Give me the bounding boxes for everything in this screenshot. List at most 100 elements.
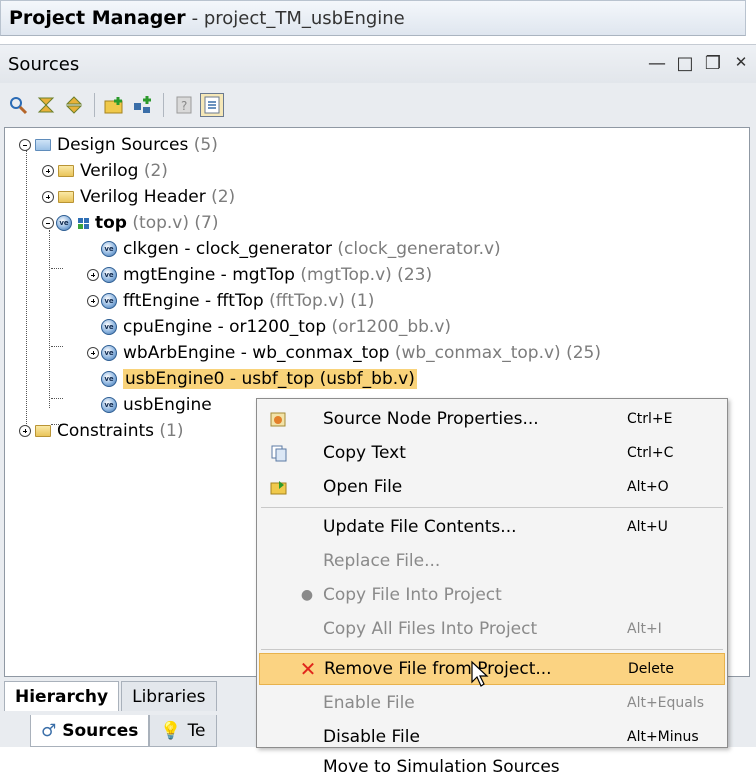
- collapse-icon[interactable]: [42, 217, 54, 229]
- add-sources-icon[interactable]: [103, 93, 127, 117]
- properties-icon: [269, 409, 289, 429]
- window-title: Project Manager: [9, 7, 186, 29]
- verilog-module-icon: ve: [101, 319, 117, 335]
- bullet-icon: ●: [300, 587, 314, 603]
- sources-panel-header: Sources — □ ❐ ✕: [0, 45, 756, 83]
- menu-item-move-to-simulation-sources[interactable]: Move to Simulation Sources: [259, 751, 725, 783]
- node-file: (clock_generator.v): [337, 239, 501, 259]
- node-count: (2): [211, 187, 236, 207]
- expand-all-icon[interactable]: [62, 93, 86, 117]
- node-label: Constraints: [57, 421, 154, 441]
- menu-item-open-file[interactable]: Open File Alt+O: [259, 471, 725, 503]
- node-label: cpuEngine - or1200_top: [123, 317, 327, 337]
- lightbulb-icon: 💡: [160, 720, 182, 741]
- add-hierarchy-icon[interactable]: [131, 93, 155, 117]
- verilog-module-icon: ve: [101, 267, 117, 283]
- project-name: - project_TM_usbEngine: [191, 7, 405, 29]
- node-label: usbEngine: [123, 395, 212, 415]
- menu-item-source-node-properties[interactable]: Source Node Properties... Ctrl+E: [259, 403, 725, 435]
- menu-item-update-file-contents[interactable]: Update File Contents... Alt+U: [259, 511, 725, 543]
- minimize-icon[interactable]: —: [648, 53, 666, 74]
- menu-separator: [261, 649, 723, 650]
- expand-icon[interactable]: [19, 425, 31, 437]
- project-manager-titlebar: Project Manager - project_TM_usbEngine: [0, 0, 746, 36]
- maximize-icon[interactable]: □: [676, 53, 694, 74]
- sources-toolbar: ?: [0, 83, 756, 127]
- node-file: (fftTop.v) (1): [269, 291, 375, 311]
- close-icon[interactable]: ✕: [732, 53, 750, 74]
- expand-icon[interactable]: [42, 191, 54, 203]
- copy-icon: [269, 443, 289, 463]
- tab-libraries[interactable]: Libraries: [121, 681, 217, 711]
- expand-icon[interactable]: [87, 347, 99, 359]
- tree-node-verilog-header[interactable]: Verilog Header (2): [42, 184, 235, 210]
- menu-item-remove-file-from-project[interactable]: ✕ Remove File from Project... Delete: [259, 653, 725, 685]
- node-label: Design Sources: [57, 135, 189, 155]
- menu-separator: [261, 507, 723, 508]
- tree-node-design-sources[interactable]: Design Sources (5): [19, 132, 218, 158]
- tab-templates[interactable]: 💡 Te: [149, 715, 217, 747]
- expand-icon[interactable]: [87, 295, 99, 307]
- search-icon[interactable]: [6, 93, 30, 117]
- node-label: mgtEngine - mgtTop: [123, 265, 295, 285]
- sources-tab-icon: ♂: [41, 720, 57, 741]
- panel-window-controls: — □ ❐ ✕: [648, 53, 750, 74]
- tree-node-constraints[interactable]: Constraints (1): [19, 418, 184, 444]
- restore-icon[interactable]: ❐: [704, 53, 722, 74]
- toolbar-separator: [163, 93, 164, 117]
- tree-node-cpuengine[interactable]: ve cpuEngine - or1200_top (or1200_bb.v): [101, 314, 451, 340]
- menu-item-copy-all-files-into-project[interactable]: Copy All Files Into Project Alt+I: [259, 613, 725, 645]
- svg-text:?: ?: [181, 99, 187, 113]
- expand-icon[interactable]: [19, 139, 31, 151]
- toolbar-separator: [94, 93, 95, 117]
- node-file: (mgtTop.v) (23): [300, 265, 433, 285]
- verilog-module-icon: ve: [101, 241, 117, 257]
- tree-node-wbarbengine[interactable]: ve wbArbEngine - wb_conmax_top (wb_conma…: [87, 340, 601, 366]
- tree-node-verilog[interactable]: Verilog (2): [42, 158, 168, 184]
- remove-x-icon: ✕: [299, 657, 317, 681]
- menu-item-disable-file[interactable]: Disable File Alt+Minus: [259, 721, 725, 753]
- verilog-module-icon: ve: [101, 293, 117, 309]
- menu-item-enable-file[interactable]: Enable File Alt+Equals: [259, 687, 725, 719]
- menu-item-replace-file[interactable]: Replace File...: [259, 545, 725, 577]
- node-file: (wb_conmax_top.v) (25): [394, 343, 601, 363]
- open-folder-icon: [269, 477, 289, 497]
- node-count: (2): [143, 161, 168, 181]
- node-count: (5): [193, 135, 218, 155]
- mouse-pointer-icon: [471, 660, 489, 687]
- panel-tabs: ♂ Sources 💡 Te: [30, 715, 217, 749]
- top-hierarchy-icon: [78, 217, 89, 229]
- verilog-module-icon: ve: [101, 397, 117, 413]
- panel-title: Sources: [8, 53, 80, 75]
- tab-label: Te: [187, 720, 206, 741]
- verilog-module-icon: ve: [101, 371, 117, 387]
- node-file: (top.v) (7): [132, 213, 219, 233]
- tree-node-top[interactable]: ve top (top.v) (7): [42, 210, 218, 236]
- collapse-all-icon[interactable]: [34, 93, 58, 117]
- folder-open-icon: [35, 139, 51, 151]
- tree-node-usbengine0[interactable]: ve usbEngine0 - usbf_top (usbf_bb.v): [101, 366, 417, 392]
- properties-icon[interactable]: ?: [172, 93, 196, 117]
- tree-node-fftengine[interactable]: ve fftEngine - fftTop (fftTop.v) (1): [87, 288, 374, 314]
- node-label: Verilog Header: [80, 187, 206, 207]
- node-label: top: [95, 213, 127, 233]
- menu-item-copy-file-into-project[interactable]: ● Copy File Into Project: [259, 579, 725, 611]
- tab-hierarchy[interactable]: Hierarchy: [4, 681, 120, 711]
- node-label-selected: usbEngine0 - usbf_top (usbf_bb.v): [123, 369, 417, 389]
- folder-icon: [35, 425, 51, 437]
- tree-node-clkgen[interactable]: ve clkgen - clock_generator (clock_gener…: [101, 236, 501, 262]
- node-label: clkgen - clock_generator: [123, 239, 332, 259]
- expand-icon[interactable]: [42, 165, 54, 177]
- tree-node-usbengine1[interactable]: ve usbEngine: [101, 392, 212, 418]
- verilog-module-icon: ve: [101, 345, 117, 361]
- expand-icon[interactable]: [87, 269, 99, 281]
- tab-sources[interactable]: ♂ Sources: [30, 715, 150, 747]
- menu-item-copy-text[interactable]: Copy Text Ctrl+C: [259, 437, 725, 469]
- show-source-icon[interactable]: [200, 93, 224, 117]
- context-menu: Source Node Properties... Ctrl+E Copy Te…: [256, 398, 728, 777]
- folder-icon: [58, 191, 74, 203]
- folder-icon: [58, 165, 74, 177]
- node-label: fftEngine - fftTop: [123, 291, 264, 311]
- node-count: (1): [159, 421, 184, 441]
- tree-node-mgtengine[interactable]: ve mgtEngine - mgtTop (mgtTop.v) (23): [87, 262, 432, 288]
